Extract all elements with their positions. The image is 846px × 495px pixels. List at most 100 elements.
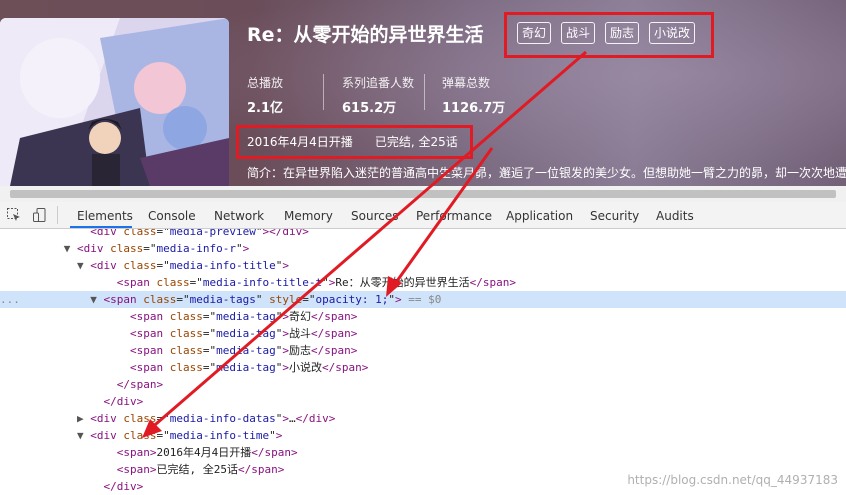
- node-markup: ▼ <span class="media-tags" style="opacit…: [24, 291, 441, 308]
- dom-node[interactable]: <span class="media-tag">小说改</span>: [0, 359, 846, 376]
- tag-close-bracket: >: [282, 259, 289, 272]
- closing-tag: </span>: [310, 310, 358, 323]
- node-text: Re：从零开始的异世界生活: [335, 276, 470, 289]
- expand-toggle[interactable]: ▼: [77, 259, 90, 272]
- tab-sources[interactable]: Sources: [351, 209, 398, 223]
- attr-value: media-tags: [189, 293, 256, 306]
- dom-node[interactable]: <span class="media-info-title-t">Re：从零开始…: [0, 274, 846, 291]
- tab-network[interactable]: Network: [214, 209, 264, 223]
- node-text: 战斗: [288, 327, 311, 340]
- device-toggle-icon[interactable]: [32, 207, 48, 223]
- node-text: 奇幻: [288, 310, 311, 323]
- node-text: …: [288, 412, 296, 425]
- attr-value: opacity: 1;: [315, 293, 389, 306]
- dom-node[interactable]: <span class="media-tag">战斗</span>: [0, 325, 846, 342]
- dom-node-selected[interactable]: ... ▼ <span class="media-tags" style="op…: [0, 291, 846, 308]
- node-markup: <span>已完结, 全25话</span>: [24, 461, 285, 478]
- cover-image[interactable]: [0, 18, 229, 186]
- node-markup: <span class="media-tag">小说改</span>: [24, 359, 368, 376]
- dom-node[interactable]: </span>: [0, 376, 846, 393]
- tag-name: <div: [90, 429, 117, 442]
- closing-tag: </span>: [310, 344, 358, 357]
- tag-close-bracket: >: [282, 361, 289, 374]
- tag-name: <div: [90, 412, 117, 425]
- tab-audits[interactable]: Audits: [656, 209, 694, 223]
- tab-security[interactable]: Security: [590, 209, 639, 223]
- tag-close-bracket: >: [394, 293, 402, 306]
- attr-name: class: [169, 344, 203, 357]
- attr-name: style: [269, 293, 303, 306]
- elements-tree[interactable]: <div class="media-preview"></div> ▼ <div…: [0, 229, 846, 495]
- expand-toggle[interactable]: ▼: [64, 242, 77, 255]
- node-markup: <span class="media-tag">励志</span>: [24, 342, 357, 359]
- attr-eq: =": [202, 361, 217, 374]
- dom-node[interactable]: <div class="media-preview"></div>: [0, 229, 846, 240]
- annotation-box-time: [236, 125, 473, 159]
- node-markup: </span>: [24, 376, 163, 393]
- dom-node[interactable]: ▶ <div class="media-info-datas">…</div>: [0, 410, 846, 427]
- scrollbar-thumb[interactable]: [10, 190, 836, 198]
- node-markup: ▼ <div class="media-info-time">: [24, 427, 282, 444]
- node-text: 励志: [288, 344, 311, 357]
- dom-node[interactable]: </div>: [0, 393, 846, 410]
- dom-node[interactable]: ▼ <div class="media-info-time">: [0, 427, 846, 444]
- tab-application[interactable]: Application: [506, 209, 573, 223]
- tag-name: <span: [116, 446, 150, 459]
- stat-divider: [424, 74, 425, 110]
- active-tab-indicator: [70, 226, 132, 228]
- dom-node[interactable]: <span class="media-tag">奇幻</span>: [0, 308, 846, 325]
- closing-tag: </span>: [310, 327, 358, 340]
- horizontal-scrollbar[interactable]: [0, 186, 846, 202]
- attr-name: class: [123, 229, 157, 238]
- node-markup: <span class="media-tag">战斗</span>: [24, 325, 357, 342]
- attr-quote: ": [269, 429, 276, 442]
- tag-name: <span: [129, 310, 164, 323]
- stat-value: 615.2万: [342, 101, 397, 116]
- attr-name: class: [169, 361, 203, 374]
- tag-name: <div: [90, 259, 117, 272]
- stat-label: 系列追番人数: [342, 76, 415, 90]
- expand-toggle[interactable]: ▼: [77, 429, 90, 442]
- dom-node[interactable]: ▼ <div class="media-info-title">: [0, 257, 846, 274]
- tag-name: <span: [103, 293, 137, 306]
- dom-node[interactable]: ▼ <div class="media-info-r">: [0, 240, 846, 257]
- tag-close-bracket: >: [242, 242, 250, 255]
- tab-elements[interactable]: Elements: [77, 209, 133, 223]
- dom-node[interactable]: <span>2016年4月4日开播</span>: [0, 444, 846, 461]
- tab-performance[interactable]: Performance: [416, 209, 492, 223]
- inspect-icon[interactable]: [6, 207, 22, 223]
- dom-node[interactable]: <span class="media-tag">励志</span>: [0, 342, 846, 359]
- stat-label: 总播放: [247, 76, 284, 90]
- closing-tag: </div>: [295, 412, 336, 425]
- tab-console[interactable]: Console: [148, 209, 196, 223]
- tag-name: <span: [129, 327, 164, 340]
- attr-eq: =": [156, 259, 170, 272]
- attr-eq: =": [143, 242, 157, 255]
- attr-name: class: [123, 412, 157, 425]
- attr-name: class: [143, 293, 177, 306]
- expand-toggle[interactable]: ▶: [77, 412, 90, 425]
- attr-eq: =": [202, 310, 217, 323]
- expand-toggle[interactable]: ▼: [90, 293, 103, 306]
- attr-eq: =": [176, 293, 190, 306]
- watermark: https://blog.csdn.net/qq_44937183: [627, 473, 838, 487]
- attr-name: class: [123, 259, 157, 272]
- tab-memory[interactable]: Memory: [284, 209, 333, 223]
- closing-tag: </div>: [103, 480, 144, 493]
- node-markup: </div>: [24, 393, 143, 410]
- closing-tag: </div>: [269, 229, 309, 238]
- media-title: Re：从零开始的异世界生活: [247, 24, 484, 46]
